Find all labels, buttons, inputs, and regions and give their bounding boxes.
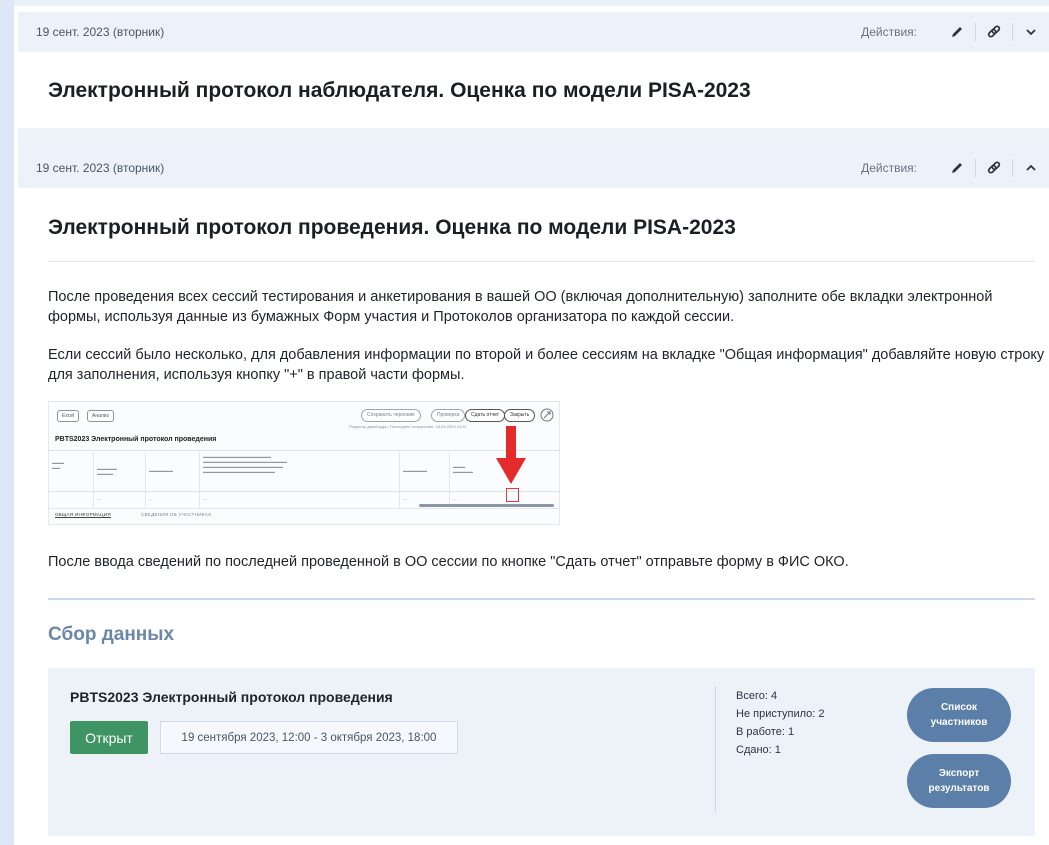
preview-col-line — [145, 452, 146, 508]
button-label-line: Экспорт — [938, 768, 980, 779]
chevron-up-icon — [1026, 164, 1036, 171]
link-button[interactable] — [976, 12, 1012, 52]
preview-cell: ▬▬▬ ▬▬ — [52, 460, 64, 470]
instruction-paragraph: Если сессий было несколько, для добавлен… — [48, 347, 1045, 383]
preview-col-line — [93, 452, 94, 508]
export-results-button[interactable]: Экспорт результатов — [907, 754, 1011, 808]
preview-excel-button: Excel — [57, 410, 80, 422]
button-label-line: Список — [940, 702, 978, 713]
preview-tabs — [49, 508, 559, 522]
preview-close: Закрыть — [504, 409, 536, 422]
collapse-toggle-button[interactable] — [1013, 12, 1049, 52]
instruction-paragraph: После проведения всех сессий тестировани… — [48, 289, 993, 325]
stat-not-started: Не приступило: 2 — [736, 708, 825, 720]
card-date: 19 сент. 2023 (вторник) — [36, 25, 165, 39]
card-header: 19 сент. 2023 (вторник) Действия: — [18, 12, 1049, 52]
left-rail — [0, 0, 14, 845]
link-icon — [987, 161, 1001, 174]
link-button[interactable] — [976, 148, 1012, 188]
stat-submitted: Сдано: 1 — [736, 744, 781, 756]
preview-col-line — [399, 452, 400, 508]
preview-col-line — [449, 452, 450, 508]
panel-divider — [715, 686, 716, 812]
button-label-line: результатов — [928, 783, 990, 794]
pencil-icon — [952, 27, 962, 37]
preview-cell: — — [403, 496, 407, 501]
preview-tab-participants: СВЕДЕНИЯ ОБ УЧАСТНИКАХ — [141, 512, 212, 517]
preview-submit: Сдать отчет — [465, 409, 505, 422]
preview-analysis-button: Анализ — [87, 410, 114, 422]
section-divider — [48, 598, 1035, 600]
highlight-box — [506, 488, 519, 502]
actions-label: Действия: — [861, 161, 917, 175]
expand-icon — [540, 408, 554, 422]
card-actions: Действия: — [861, 148, 1049, 188]
collection-title: PBTS2023 Электронный протокол проведения — [70, 689, 393, 705]
participants-list-button[interactable]: Список участников — [907, 688, 1011, 742]
preview-cell: — — [149, 496, 153, 501]
preview-cell: ▬▬▬▬▬▬▬▬▬▬▬▬▬▬▬▬▬ ▬▬▬▬▬▬▬▬▬▬▬▬▬▬▬▬▬▬▬▬▬ ▬▬… — [203, 454, 287, 474]
actions-label: Действия: — [861, 25, 917, 39]
instruction-paragraph: После ввода сведений по последней провед… — [48, 554, 849, 570]
collapse-toggle-button[interactable] — [1013, 148, 1049, 188]
preview-cell: ▬▬▬ ▬▬▬▬▬ — [453, 464, 473, 474]
link-icon — [987, 25, 1001, 38]
data-collection-panel: PBTS2023 Электронный протокол проведения… — [48, 668, 1035, 836]
edit-button[interactable] — [939, 12, 975, 52]
preview-tab-general: ОБЩАЯ ИНФОРМАЦИЯ — [55, 512, 111, 518]
button-label-line: участников — [930, 717, 988, 728]
preview-save-draft: Сохранить черновик — [361, 409, 421, 422]
card-title: Электронный протокол наблюдателя. Оценка… — [48, 79, 751, 102]
preview-check: Проверка — [431, 409, 466, 422]
status-badge: Открыт — [70, 721, 148, 754]
stat-total: Всего: 4 — [736, 690, 778, 702]
collection-stats: Всего: 4 Не приступило: 2 В работе: 1 Сд… — [736, 687, 825, 759]
preview-cell: ▬▬▬▬▬ ▬▬▬▬ — [97, 466, 117, 476]
red-arrow-icon — [496, 426, 526, 486]
preview-cell: — — [453, 496, 457, 501]
preview-cell: — — [203, 496, 207, 501]
card-actions: Действия: — [861, 12, 1049, 52]
preview-subtitle: Редактор дашборда • Последнее сохранение… — [349, 424, 467, 429]
title-divider — [48, 261, 1035, 262]
card-gap — [18, 128, 1049, 148]
preview-cell: — — [97, 496, 101, 501]
preview-cell: ▬▬▬▬▬▬ — [403, 468, 427, 473]
form-screenshot-image: Excel Анализ Сохранить черновик Проверка… — [48, 401, 560, 525]
pencil-icon — [952, 163, 962, 173]
card-header: 19 сент. 2023 (вторник) Действия: — [18, 148, 1049, 188]
collection-dates: 19 сентября 2023, 12:00 - 3 октября 2023… — [160, 721, 458, 754]
top-strip — [14, 0, 1049, 6]
event-card-conduct: 19 сент. 2023 (вторник) Действия: Электр… — [18, 148, 1049, 845]
chevron-down-icon — [1026, 29, 1036, 36]
stat-in-progress: В работе: 1 — [736, 726, 795, 738]
preview-scrollbar — [419, 504, 554, 507]
card-date: 19 сент. 2023 (вторник) — [36, 161, 165, 175]
event-card-observer: 19 сент. 2023 (вторник) Действия: Электр… — [18, 12, 1049, 130]
preview-cell: ▬▬▬▬▬▬ — [149, 468, 173, 473]
card-title: Электронный протокол проведения. Оценка … — [48, 216, 736, 239]
preview-title: PBTS2023 Электронный протокол проведения — [55, 436, 217, 443]
edit-button[interactable] — [939, 148, 975, 188]
preview-col-line — [199, 452, 200, 508]
section-title: Сбор данных — [48, 624, 175, 645]
